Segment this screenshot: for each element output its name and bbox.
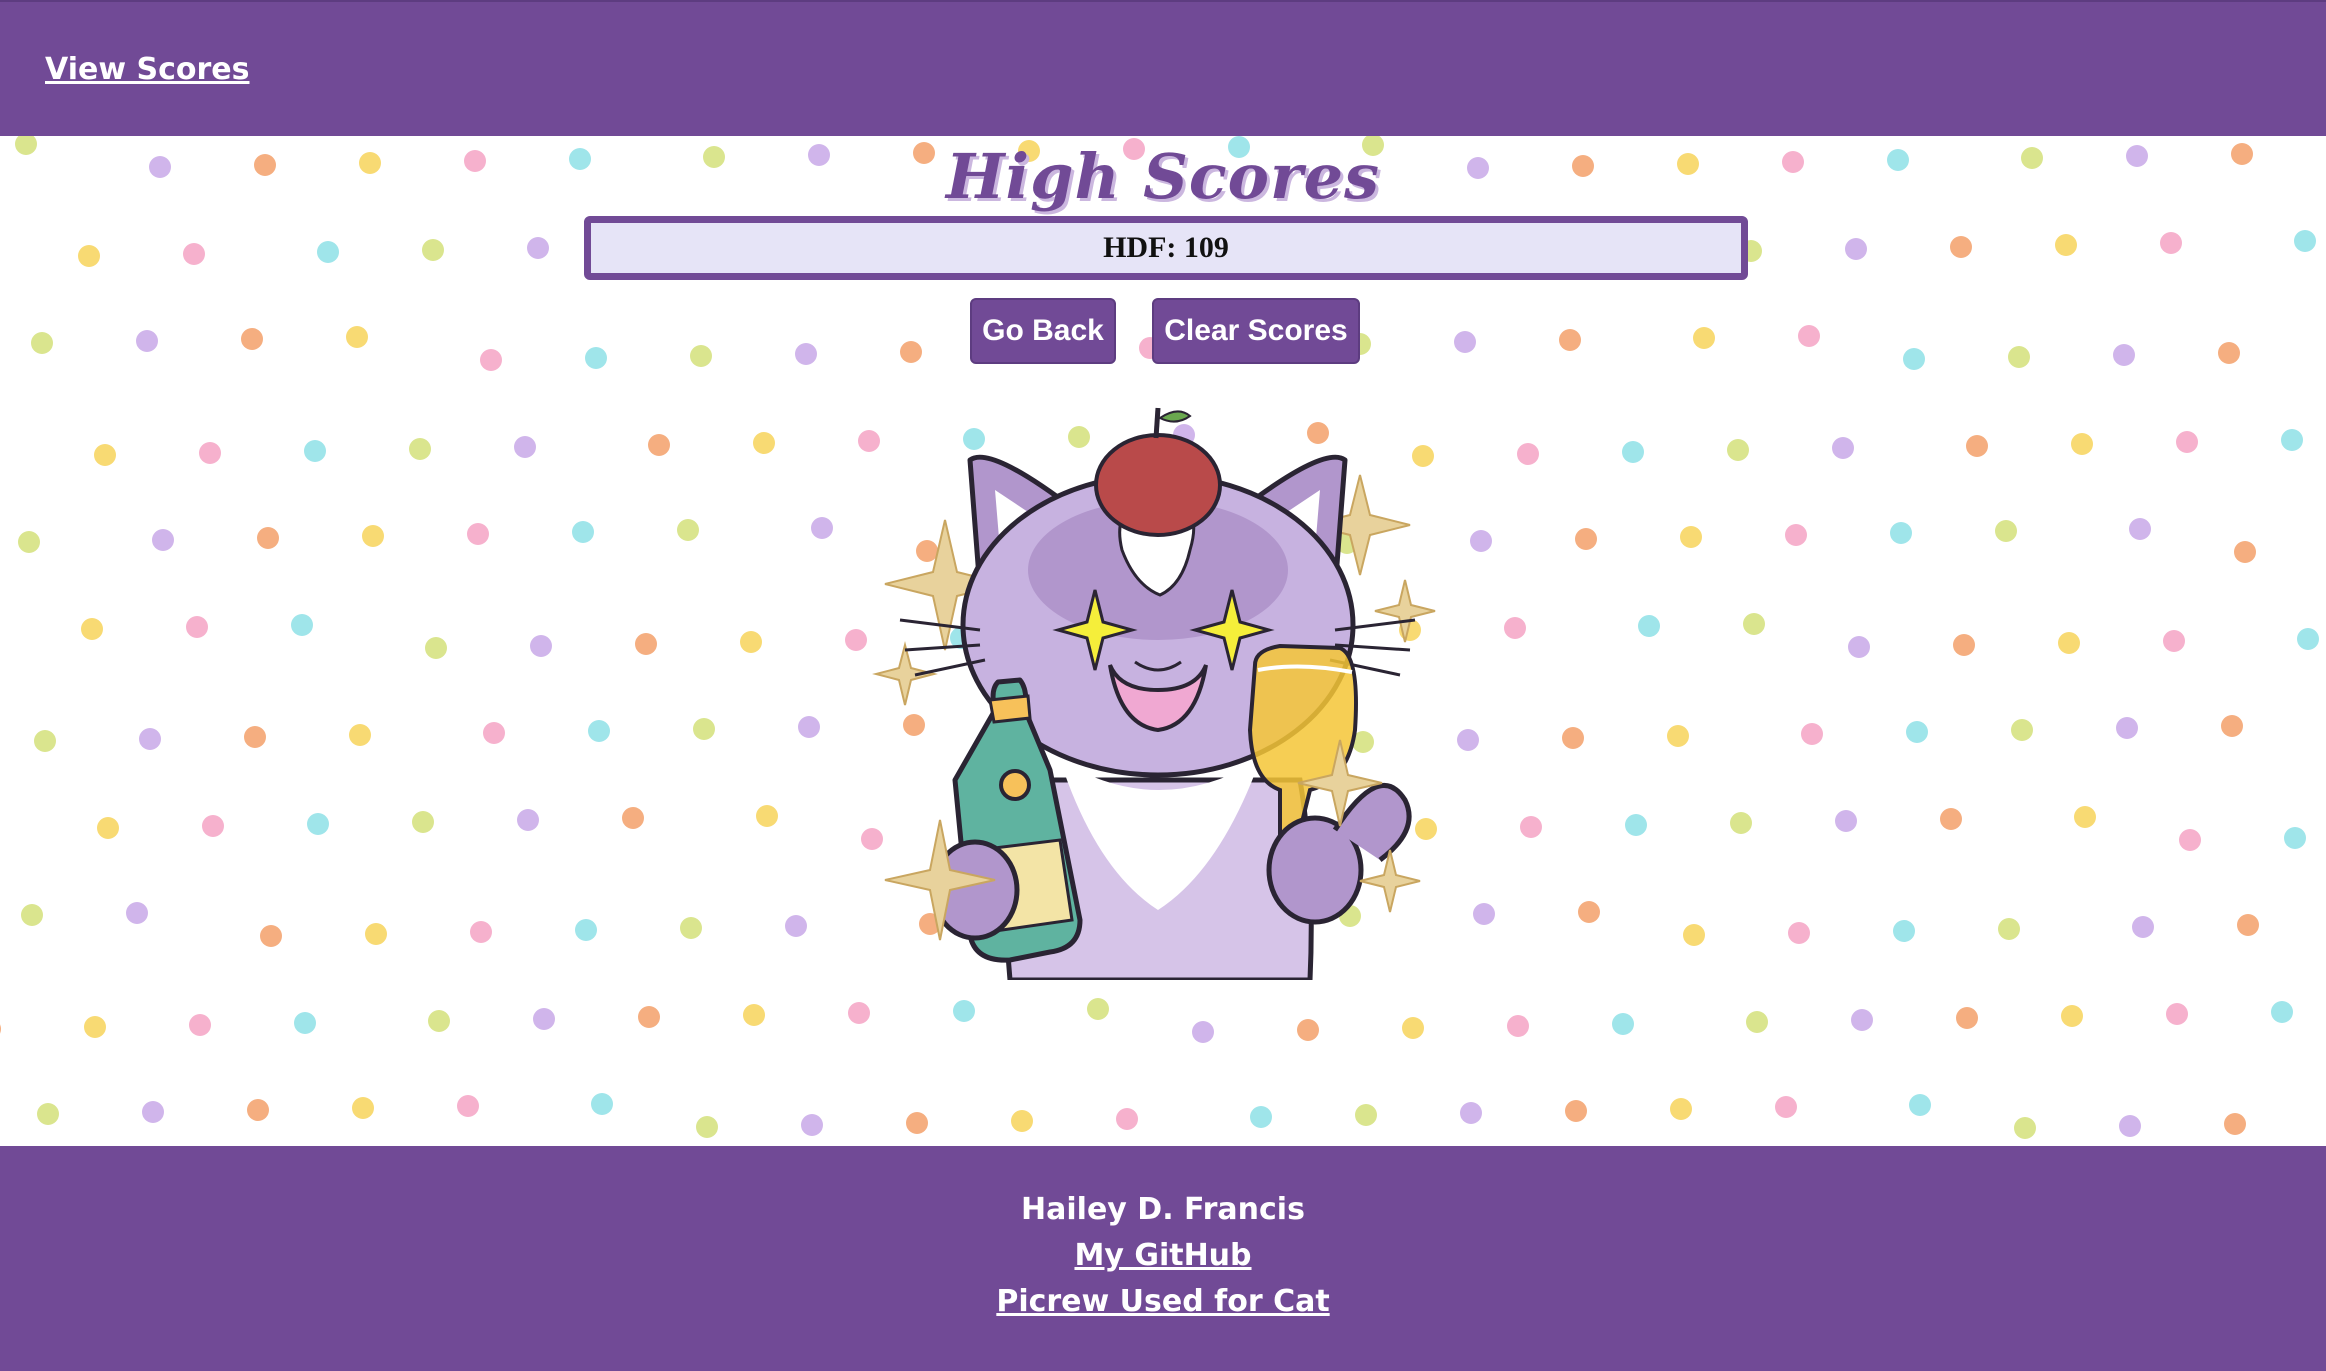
score-list: HDF: 109 — [584, 216, 1748, 280]
clear-scores-button[interactable]: Clear Scores — [1152, 298, 1360, 364]
go-back-button[interactable]: Go Back — [970, 298, 1116, 364]
footer: Hailey D. Francis My GitHub Picrew Used … — [0, 1146, 2326, 1371]
view-scores-link[interactable]: View Scores — [45, 52, 249, 87]
page-title: High Scores — [945, 140, 1381, 213]
picrew-link[interactable]: Picrew Used for Cat — [996, 1284, 1329, 1319]
celebration-cat-image — [872, 407, 1436, 980]
github-link[interactable]: My GitHub — [1074, 1238, 1251, 1273]
main-content: High Scores HDF: 109 Go Back Clear Score… — [0, 136, 2326, 1146]
score-entry: HDF: 109 — [1103, 231, 1229, 264]
top-nav: View Scores — [0, 0, 2326, 136]
author-name: Hailey D. Francis — [1021, 1192, 1305, 1227]
